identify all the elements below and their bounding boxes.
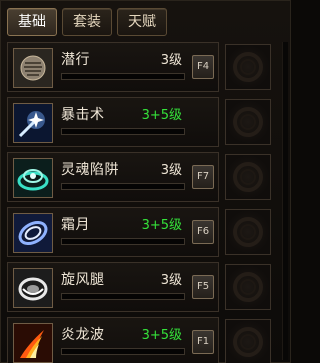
hotkey-badge[interactable]: F6: [192, 220, 214, 244]
soul-trap-icon[interactable]: [13, 158, 53, 198]
stealth-icon[interactable]: [13, 48, 53, 88]
skill-entry[interactable]: 旋风腿 3级 F5: [7, 262, 219, 312]
skill-entry[interactable]: 潜行 3级 F4: [7, 42, 219, 92]
skill-level: 3+5级: [141, 108, 182, 123]
skill-level: 3级: [160, 163, 182, 178]
tab-talent[interactable]: 天赋: [117, 8, 167, 36]
skill-name: 霜月: [61, 217, 90, 233]
skill-row[interactable]: 暴击术 3+5级: [7, 97, 286, 147]
skill-progress-bar: [61, 128, 185, 135]
skill-level: 3级: [160, 53, 182, 68]
hotkey-badge[interactable]: F1: [192, 330, 214, 354]
skill-row[interactable]: 潜行 3级 F4: [7, 42, 286, 92]
skill-name: 暴击术: [61, 107, 105, 123]
empty-skill-slot[interactable]: [225, 209, 271, 255]
empty-skill-slot[interactable]: [225, 319, 271, 363]
skill-entry[interactable]: 灵魂陷阱 3级 F7: [7, 152, 219, 202]
empty-skill-slot[interactable]: [225, 264, 271, 310]
skill-name: 炎龙波: [61, 327, 105, 343]
skill-name: 潜行: [61, 52, 90, 68]
skill-level: 3+5级: [141, 218, 182, 233]
hotkey-badge[interactable]: F5: [192, 275, 214, 299]
tab-set[interactable]: 套装: [62, 8, 112, 36]
skill-panel: 基础 套装 天赋 潜行 3级 F4 暴击术 3+5级 灵魂陷阱 3级 F7 霜月…: [0, 0, 291, 363]
tab-basic[interactable]: 基础: [7, 8, 57, 36]
skill-name: 旋风腿: [61, 272, 105, 288]
skill-row[interactable]: 霜月 3+5级 F6: [7, 207, 286, 257]
tab-bar: 基础 套装 天赋: [7, 8, 167, 36]
skill-level: 3级: [160, 273, 182, 288]
empty-skill-slot[interactable]: [225, 99, 271, 145]
skill-progress-bar: [61, 73, 185, 80]
skill-progress-bar: [61, 238, 185, 245]
critical-strike-icon[interactable]: [13, 103, 53, 143]
skill-row[interactable]: 旋风腿 3级 F5: [7, 262, 286, 312]
skill-entry[interactable]: 暴击术 3+5级: [7, 97, 219, 147]
empty-skill-slot[interactable]: [225, 44, 271, 90]
skill-name: 灵魂陷阱: [61, 162, 119, 178]
skill-entry[interactable]: 霜月 3+5级 F6: [7, 207, 219, 257]
empty-skill-slot[interactable]: [225, 154, 271, 200]
skill-progress-bar: [61, 183, 185, 190]
hotkey-badge[interactable]: F7: [192, 165, 214, 189]
frost-moon-icon[interactable]: [13, 213, 53, 253]
whirlwind-kick-icon[interactable]: [13, 268, 53, 308]
skill-progress-bar: [61, 293, 185, 300]
skill-progress-bar: [61, 348, 185, 355]
skill-entry[interactable]: 炎龙波 3+5级 F1: [7, 317, 219, 363]
skill-row[interactable]: 灵魂陷阱 3级 F7: [7, 152, 286, 202]
hotkey-badge[interactable]: F4: [192, 55, 214, 79]
skill-level: 3+5级: [141, 328, 182, 343]
scrollbar[interactable]: [282, 42, 288, 360]
flame-dragon-wave-icon[interactable]: [13, 323, 53, 363]
skill-row[interactable]: 炎龙波 3+5级 F1: [7, 317, 286, 363]
